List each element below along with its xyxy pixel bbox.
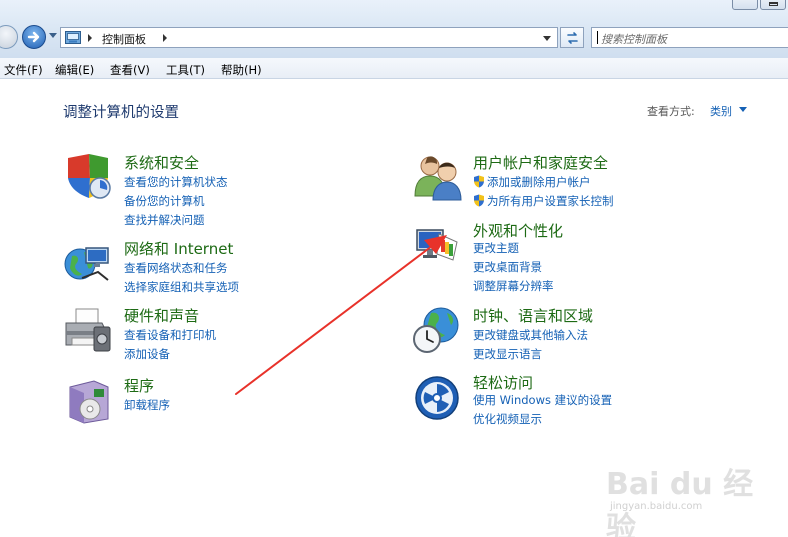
category-title-ease-of-access[interactable]: 轻松访问 [473,372,533,393]
link-view-network-status[interactable]: 查看网络状态和任务 [124,260,228,276]
link-adjust-resolution[interactable]: 调整屏幕分辨率 [473,278,554,294]
category-title-system-security[interactable]: 系统和安全 [124,152,199,173]
link-optimize-visual-display[interactable]: 优化视频显示 [473,411,542,427]
link-recommended-settings[interactable]: 使用 Windows 建议的设置 [473,392,612,408]
category-title-programs[interactable]: 程序 [124,375,154,396]
clock-globe-icon[interactable] [413,305,463,355]
link-uninstall-program[interactable]: 卸载程序 [124,397,170,413]
recent-pages-dropdown[interactable] [49,33,57,38]
menu-view[interactable]: 查看(V) [110,62,150,78]
menu-file[interactable]: 文件(F) [4,62,43,78]
link-backup-computer[interactable]: 备份您的计算机 [124,193,205,209]
category-clock-language-region: 时钟、语言和区域 更改键盘或其他输入法 更改显示语言 [413,305,713,365]
category-title-network-internet[interactable]: 网络和 Internet [124,238,233,259]
page-title: 调整计算机的设置 [63,105,179,121]
watermark-url: jingyan.baidu.com [610,501,703,512]
link-devices-printers[interactable]: 查看设备和打印机 [124,327,216,343]
maximize-button[interactable] [760,0,786,10]
menu-tools[interactable]: 工具(T) [166,62,205,78]
search-placeholder: 搜索控制面板 [601,33,667,46]
category-title-hardware-sound[interactable]: 硬件和声音 [124,305,199,326]
refresh-button[interactable] [560,27,584,48]
uac-shield-icon [474,194,484,207]
view-by-label: 查看方式: [647,105,695,118]
breadcrumb-control-panel[interactable]: 控制面板 [102,31,146,47]
link-change-keyboard-input[interactable]: 更改键盘或其他输入法 [473,327,588,343]
users-icon[interactable] [413,152,463,202]
link-change-theme[interactable]: 更改主题 [473,240,519,256]
category-system-security: 系统和安全 查看您的计算机状态 备份您的计算机 查找并解决问题 [64,152,364,227]
network-globe-icon[interactable] [64,238,114,288]
category-programs: 程序 卸载程序 [64,375,364,425]
link-homegroup-sharing[interactable]: 选择家庭组和共享选项 [124,279,239,295]
address-bar[interactable]: 控制面板 [60,27,558,48]
category-network-internet: 网络和 Internet 查看网络状态和任务 选择家庭组和共享选项 [64,238,364,298]
control-panel-icon [65,31,81,44]
uac-shield-icon [474,175,484,188]
forward-button[interactable] [22,25,46,49]
view-by-dropdown-icon[interactable] [739,107,747,112]
category-ease-of-access: 轻松访问 使用 Windows 建议的设置 优化视频显示 [413,372,713,432]
category-user-accounts: 用户帐户和家庭安全 添加或删除用户帐户 为所有用户设置家长控制 [413,152,713,209]
category-appearance: 外观和个性化 更改主题 更改桌面背景 调整屏幕分辨率 [413,220,713,295]
menu-bar: 文件(F) 编辑(E) 查看(V) 工具(T) 帮助(H) [0,58,788,79]
breadcrumb-separator-icon[interactable] [88,34,92,42]
link-add-device[interactable]: 添加设备 [124,346,170,362]
category-title-clock-language-region[interactable]: 时钟、语言和区域 [473,305,593,326]
breadcrumb-separator-icon[interactable] [163,34,167,42]
link-parental-controls[interactable]: 为所有用户设置家长控制 [473,193,614,209]
programs-box-icon[interactable] [64,375,114,425]
link-view-computer-status[interactable]: 查看您的计算机状态 [124,174,228,190]
link-change-desktop-background[interactable]: 更改桌面背景 [473,259,542,275]
appearance-monitor-icon[interactable] [413,220,463,270]
category-title-appearance[interactable]: 外观和个性化 [473,220,563,241]
link-troubleshoot[interactable]: 查找并解决问题 [124,212,205,228]
maximize-icon [769,2,778,6]
security-shield-icon[interactable] [64,152,114,202]
forward-arrow-icon [27,31,40,43]
refresh-icon [567,32,578,44]
window-chrome: 控制面板 搜索控制面板 [0,0,788,58]
printer-icon[interactable] [64,305,114,355]
search-input[interactable]: 搜索控制面板 [591,27,788,48]
menu-help[interactable]: 帮助(H) [221,62,262,78]
text-caret [597,31,598,44]
link-change-display-language[interactable]: 更改显示语言 [473,346,542,362]
minimize-button[interactable] [732,0,758,10]
back-button[interactable] [0,25,18,49]
ease-of-access-icon[interactable] [413,372,463,422]
address-dropdown-icon[interactable] [543,36,551,41]
view-by-selector[interactable]: 类别 [710,103,732,119]
link-parental-controls-label: 为所有用户设置家长控制 [487,194,614,208]
category-hardware-sound: 硬件和声音 查看设备和打印机 添加设备 [64,305,364,365]
link-add-remove-users-label: 添加或删除用户帐户 [487,175,591,189]
menu-edit[interactable]: 编辑(E) [55,62,94,78]
link-add-remove-users[interactable]: 添加或删除用户帐户 [473,174,591,190]
watermark-logo: Bai du 经验 jingyan.baidu.com [606,453,756,537]
watermark-text: Bai du 经验 [606,467,754,537]
category-title-user-accounts[interactable]: 用户帐户和家庭安全 [473,152,608,173]
